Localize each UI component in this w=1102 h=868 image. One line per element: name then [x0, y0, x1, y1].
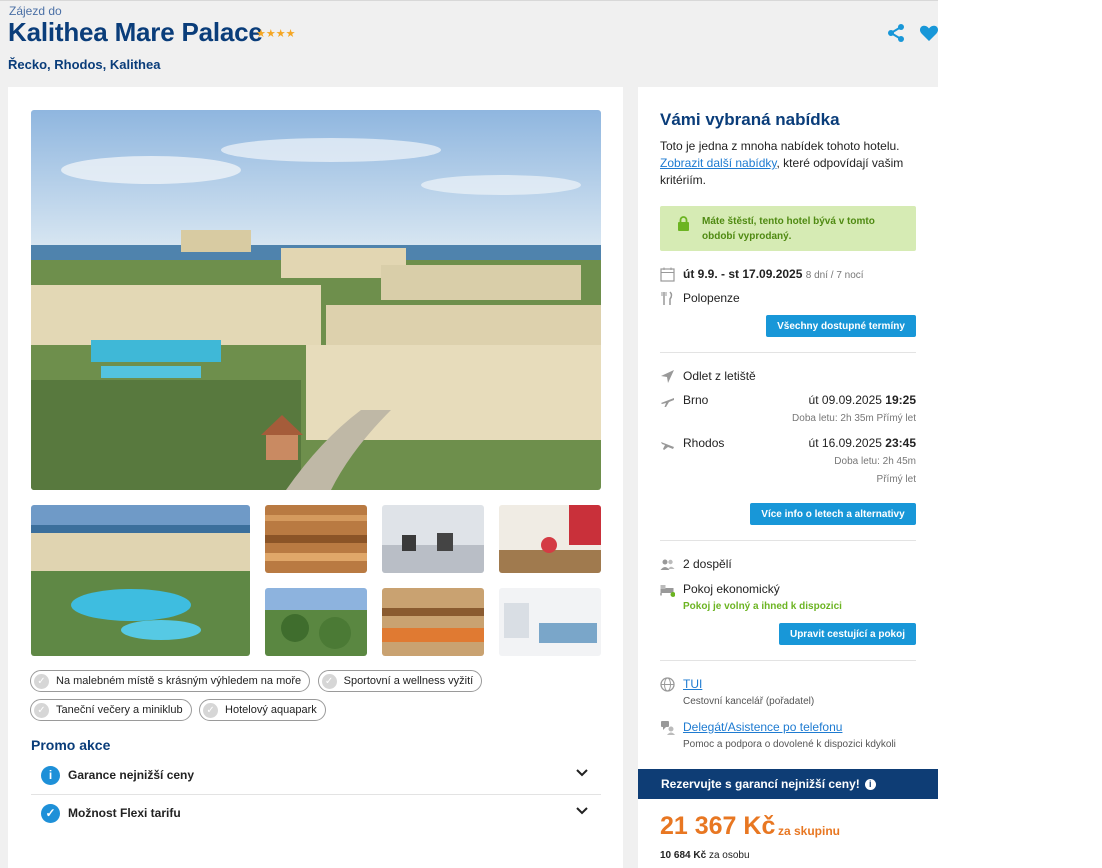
flight-info-button[interactable]: Více info o letech a alternativy — [750, 503, 916, 525]
booking-banner: Rezervujte s garancí nejnižší ceny! i — [638, 769, 938, 799]
navigation-arrow-icon — [661, 370, 674, 383]
check-icon: ✓ — [34, 673, 49, 689]
check-circle-icon: ✓ — [41, 803, 60, 823]
thumb-hotel-room[interactable] — [499, 588, 601, 656]
divider — [660, 540, 916, 541]
feature-tag[interactable]: ✓ Hotelový aquapark — [199, 699, 326, 721]
hotel-gallery-card: ✓ Na malebném místě s krásným výhledem na… — [8, 87, 623, 868]
check-icon: ✓ — [34, 702, 49, 718]
price-unit: za skupinu — [778, 824, 841, 838]
thumb-sauna[interactable] — [265, 505, 367, 573]
feature-tag[interactable]: ✓ Taneční večery a miniklub — [30, 699, 192, 721]
plane-landing-icon — [661, 442, 674, 450]
promo-flexi-tariff[interactable]: ✓ Možnost Flexi tarifu — [31, 794, 601, 832]
main-hotel-photo[interactable] — [31, 110, 601, 490]
hotel-title: Kalithea Mare Palace — [8, 17, 263, 47]
thumb-garden-view[interactable] — [265, 588, 367, 656]
page-kicker: Zájezd do — [9, 4, 62, 18]
divider — [660, 352, 916, 353]
organizer: TUI Cestovní kancelář (pořadatel) — [660, 677, 916, 711]
thumb-buffet-restaurant[interactable] — [382, 588, 484, 656]
hotel-stars: ★★★★ — [256, 28, 296, 40]
flight-return: Rhodos út 16.09.2025 23:45 Doba letu: 2h… — [660, 436, 916, 486]
hotel-location: Řecko, Rhodos, Kalithea — [8, 57, 161, 72]
offer-card: Vámi vybraná nabídka Toto je jedna z mno… — [638, 87, 938, 769]
share-icon[interactable] — [886, 23, 906, 43]
all-dates-button[interactable]: Všechny dostupné termíny — [766, 315, 916, 337]
offer-title: Vámi vybraná nabídka — [660, 110, 840, 129]
sellout-alert: Máte štěstí, tento hotel bývá v tomto ob… — [660, 206, 916, 251]
lock-icon — [678, 216, 689, 231]
thumb-fitness-room[interactable] — [499, 505, 601, 573]
more-offers-link[interactable]: Zobrazit další nabídky — [660, 156, 777, 170]
total-price: 21 367 Kč — [660, 812, 776, 840]
thumb-pool-aerial[interactable] — [31, 505, 250, 656]
users-icon — [660, 559, 675, 570]
check-icon: ✓ — [203, 702, 219, 718]
thumb-gym[interactable] — [382, 505, 484, 573]
heart-icon[interactable] — [919, 23, 939, 43]
top-border — [0, 0, 1102, 1]
chevron-down-icon — [576, 769, 588, 777]
globe-icon — [660, 677, 675, 692]
info-icon[interactable]: i — [864, 778, 876, 790]
flight-outbound: Brno út 09.09.2025 19:25 Doba letu: 2h 3… — [660, 393, 916, 427]
calendar-icon — [660, 267, 675, 282]
price-card: 21 367 Kč za skupinu 10 684 Kč za osobu — [638, 799, 938, 868]
divider — [660, 660, 916, 661]
assistance: Delegát/Asistence po telefonu Pomoc a po… — [660, 720, 916, 754]
promo-title: Promo akce — [31, 737, 111, 753]
check-icon: ✓ — [321, 673, 337, 689]
hotel-features: ✓ Na malebném místě s krásným výhledem na… — [30, 670, 610, 728]
price-per-person: 10 684 Kč za osobu — [660, 850, 750, 861]
edit-travellers-button[interactable]: Upravit cestující a pokoj — [779, 623, 916, 645]
feature-tag[interactable]: ✓ Sportovní a wellness vyžití — [317, 670, 483, 692]
plane-departure-icon — [661, 398, 674, 407]
assistance-link[interactable]: Delegát/Asistence po telefonu — [683, 720, 842, 734]
offer-intro: Toto je jedna z mnoha nabídek tohoto hot… — [660, 139, 904, 187]
chevron-down-icon — [576, 807, 588, 815]
headset-icon — [661, 721, 675, 735]
info-icon: i — [41, 765, 60, 785]
promo-lowest-price[interactable]: i Garance nejnižší ceny — [31, 756, 601, 794]
room-info: Pokoj ekonomický Pokoj je volný a ihned … — [660, 582, 916, 614]
bed-icon — [660, 585, 675, 597]
cutlery-icon — [661, 291, 673, 305]
feature-tag[interactable]: ✓ Na malebném místě s krásným výhledem na… — [30, 670, 311, 692]
page-gutter — [938, 0, 1102, 868]
organizer-link[interactable]: TUI — [683, 677, 702, 691]
